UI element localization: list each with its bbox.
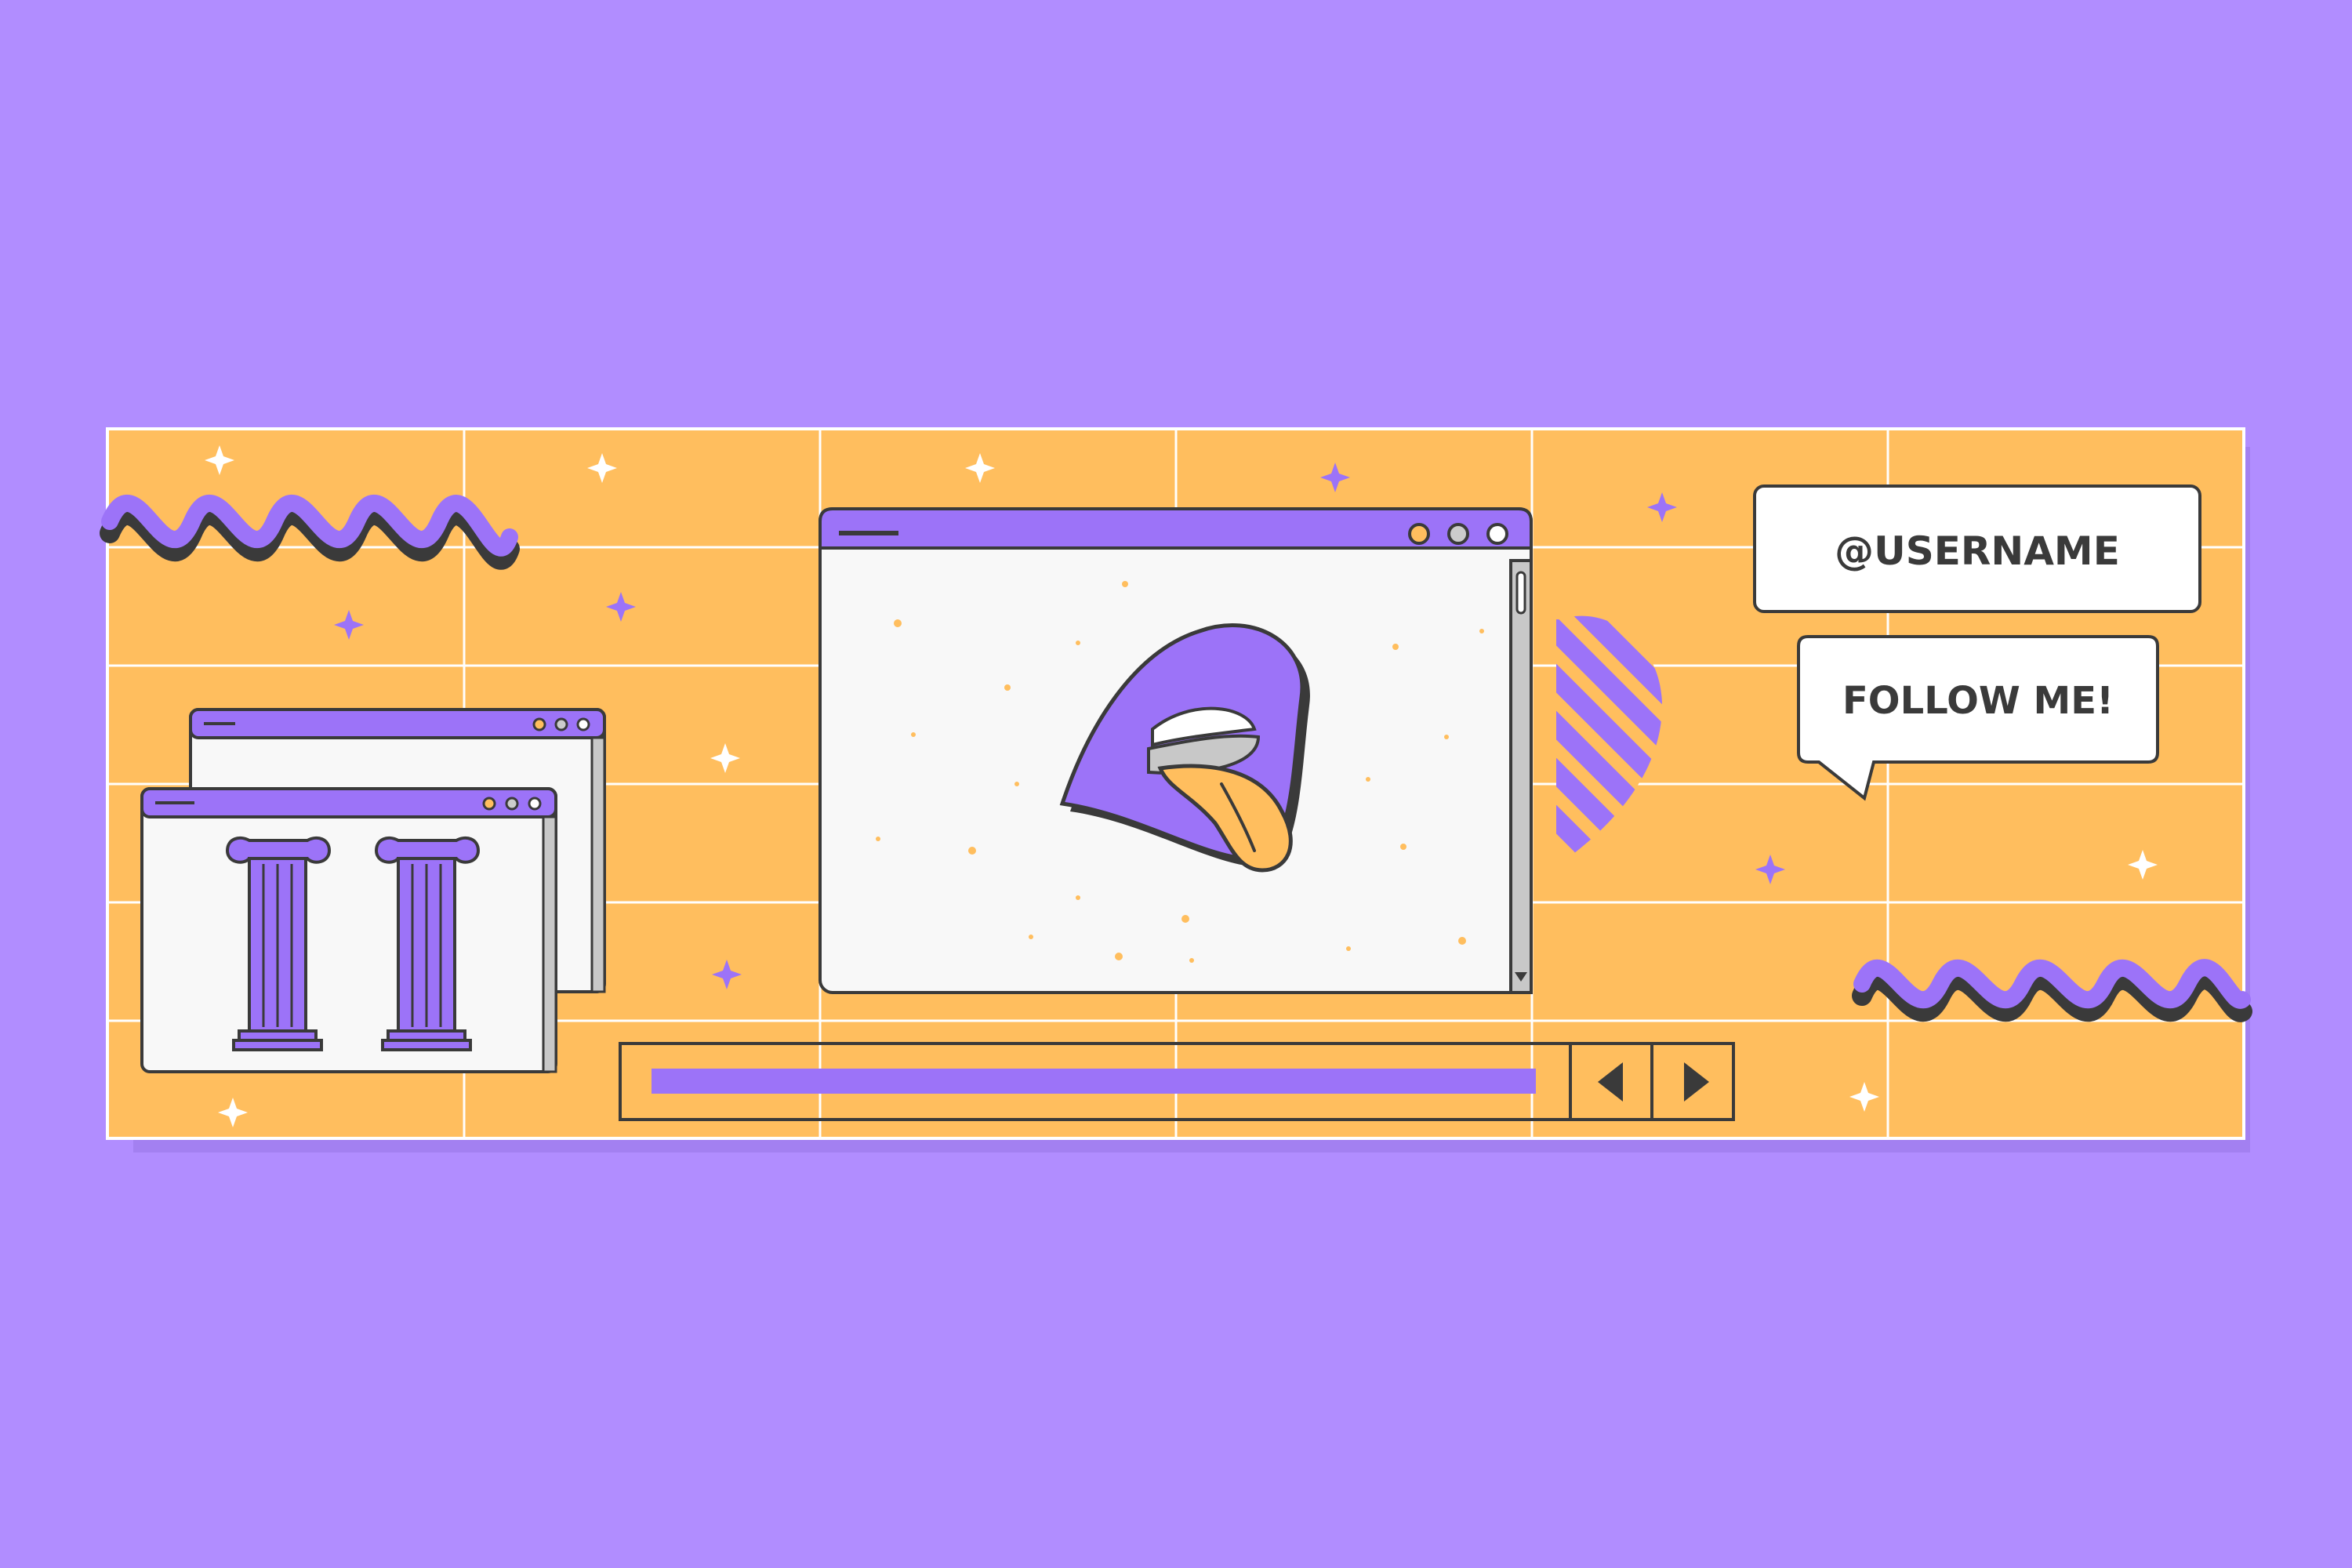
- scrollbar[interactable]: [1509, 559, 1533, 994]
- next-button[interactable]: [1653, 1045, 1732, 1118]
- window-button-icon[interactable]: [482, 797, 496, 811]
- window-button-icon[interactable]: [532, 717, 546, 731]
- follow-label: FOLLOW ME!: [1842, 679, 2114, 723]
- username-box[interactable]: @USERNAME: [1753, 485, 2201, 613]
- window-button-icon[interactable]: [528, 797, 542, 811]
- progress-fill: [652, 1069, 1536, 1094]
- small-window-front: [140, 787, 557, 1073]
- prev-button[interactable]: [1572, 1045, 1650, 1118]
- username-label: @USERNAME: [1835, 528, 2120, 574]
- scrollbar[interactable]: [590, 736, 606, 993]
- banner-canvas: @USERNAME FOLLOW ME!: [0, 0, 2352, 1568]
- window-button-icon[interactable]: [576, 717, 590, 731]
- window-button-icon[interactable]: [1447, 523, 1469, 545]
- window-button-icon[interactable]: [554, 717, 568, 731]
- window-button-icon[interactable]: [1408, 523, 1430, 545]
- main-window: [818, 507, 1533, 994]
- scrollbar[interactable]: [542, 815, 557, 1073]
- scrollbar-thumb[interactable]: [1515, 571, 1526, 615]
- window-button-icon[interactable]: [1486, 523, 1508, 545]
- window-button-icon[interactable]: [505, 797, 519, 811]
